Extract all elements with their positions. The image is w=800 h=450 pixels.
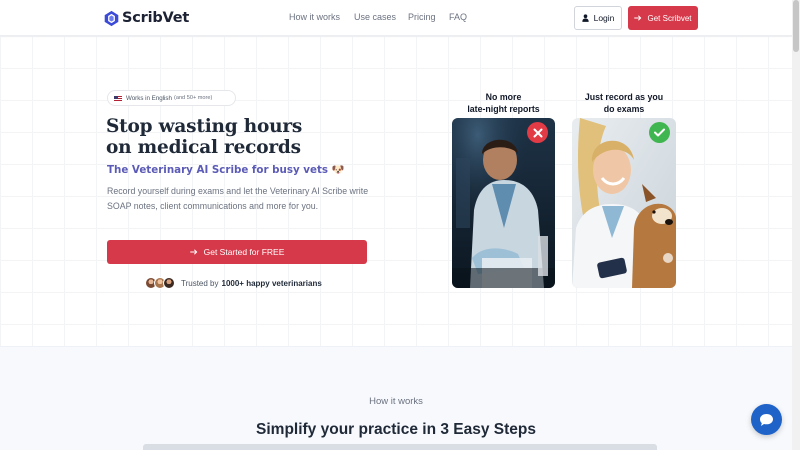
nav-faq[interactable]: FAQ [449,12,467,22]
steps-card-edge [143,444,657,450]
left-caption-line-2: late-night reports [467,104,540,114]
login-button[interactable]: Login [574,6,622,30]
left-caption: No more late-night reports [452,91,555,115]
left-caption-line-1: No more [485,92,522,102]
avatar [163,277,175,289]
x-mark-icon [527,122,548,143]
hero-subtitle: The Veterinary AI Scribe for busy vets 🐶 [107,164,345,176]
user-icon [581,14,589,22]
scrollbar-thumb[interactable] [793,0,799,52]
site-header: ScribVet How it works Use cases Pricing … [0,0,792,36]
hero-description: Record yourself during exams and let the… [107,186,369,211]
language-badge-text: Works in English [126,94,172,102]
title-line-1: Stop wasting hours [106,116,303,137]
title-line-2: on medical records [106,137,301,158]
arrow-right-icon [634,15,642,21]
social-proof: Trusted by 1000+ happy veterinarians [145,276,322,290]
language-badge-small: (and 50+ more) [173,95,213,101]
tired-vet-image [452,118,555,288]
section-eyebrow: How it works [369,396,423,407]
logo[interactable]: ScribVet [103,8,189,28]
avatar-group [145,277,175,289]
right-caption: Just record as you do exams [572,91,676,115]
right-caption-line-1: Just record as you [584,92,664,102]
happy-vet-image [572,118,676,288]
login-label: Login [593,13,615,23]
section-title: Simplify your practice in 3 Easy Steps [256,421,536,438]
us-flag-icon [114,95,122,101]
nav-use-cases[interactable]: Use cases [354,12,396,22]
nav-how-it-works[interactable]: How it works [289,12,340,22]
get-scribvet-button[interactable]: Get Scribvet [628,6,698,30]
language-badge: Works in English (and 50+ more) [107,90,236,106]
get-started-label: Get Started for FREE [203,247,285,257]
arrow-right-icon [189,249,197,255]
scribvet-logo-icon [104,10,119,26]
logo-text: ScribVet [122,10,190,26]
get-scribvet-label: Get Scribvet [647,13,692,23]
page-scrollbar[interactable] [792,0,800,450]
right-caption-line-2: do exams [603,104,645,114]
trusted-prefix: Trusted by [181,278,219,288]
chat-bubble-icon [760,413,773,426]
nav-pricing[interactable]: Pricing [408,12,436,22]
page-title: Stop wasting hours on medical records [106,116,366,158]
trusted-count: 1000+ happy veterinarians [221,278,322,288]
check-mark-icon [649,122,670,143]
chat-button[interactable] [751,404,782,435]
get-started-button[interactable]: Get Started for FREE [107,240,367,264]
